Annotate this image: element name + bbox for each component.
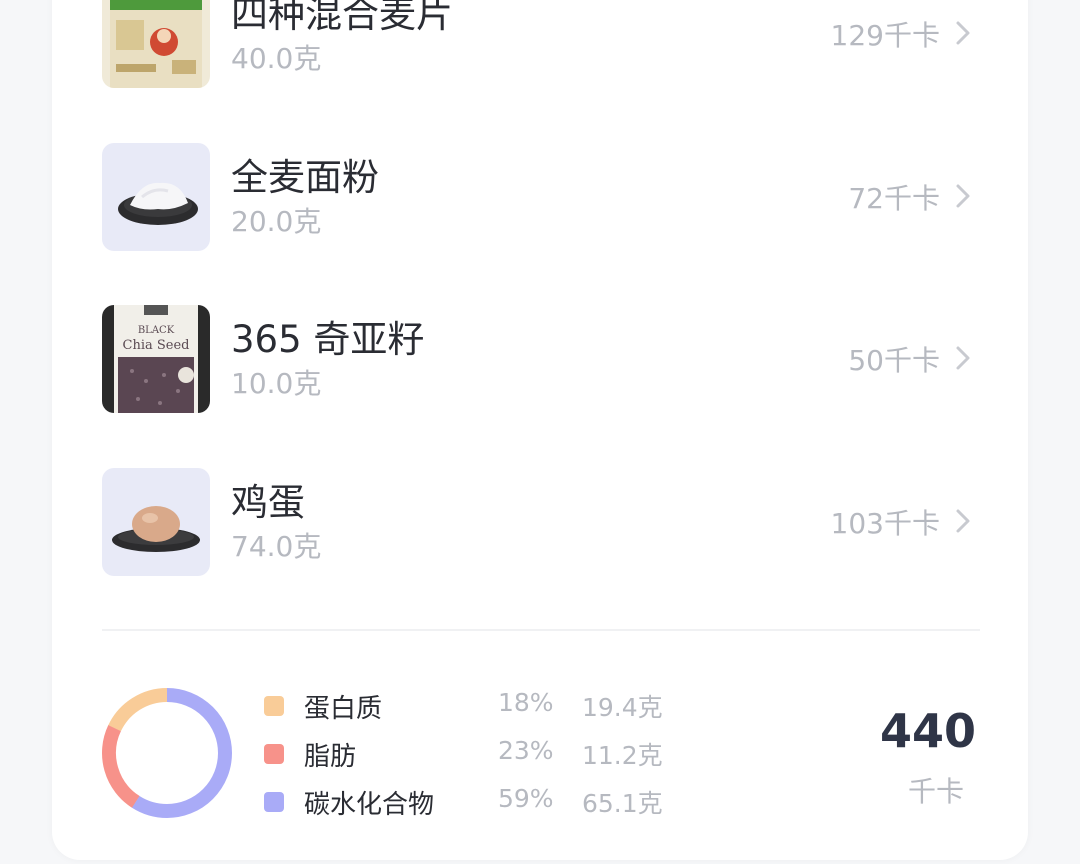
food-calories: 103千卡 — [830, 507, 940, 540]
food-name: 鸡蛋 — [231, 481, 305, 524]
legend-grams: 65.1克 — [582, 789, 663, 818]
chevron-right-icon — [956, 346, 970, 370]
divider — [102, 629, 980, 631]
food-item-egg[interactable]: 鸡蛋 74.0克 103千卡 — [102, 468, 982, 576]
legend-grams: 11.2克 — [582, 741, 663, 770]
food-weight: 20.0克 — [231, 205, 322, 238]
food-item-chia-seed[interactable]: BLACK Chia Seed 365 奇亚籽 10.0克 50千卡 — [102, 305, 982, 413]
legend-label: 蛋白质 — [304, 694, 383, 724]
food-calories: 72千卡 — [848, 182, 940, 215]
food-item-mixed-oats[interactable]: 四种混合麦片 40.0克 129千卡 — [102, 0, 982, 88]
egg-plate-icon — [102, 468, 210, 576]
package-text: BLACK — [138, 325, 175, 336]
food-weight: 40.0克 — [231, 42, 322, 75]
total-calories-unit: 千卡 — [907, 775, 964, 808]
legend-percent: 18% — [498, 688, 554, 717]
food-item-whole-wheat-flour[interactable]: 全麦面粉 20.0克 72千卡 — [102, 143, 982, 251]
food-weight: 74.0克 — [231, 530, 322, 563]
total-calories-value: 440 — [879, 704, 976, 758]
legend-percent: 23% — [498, 736, 554, 765]
chia-seed-bag-icon: BLACK Chia Seed — [102, 305, 210, 413]
chevron-right-icon — [956, 509, 970, 533]
food-calories: 129千卡 — [830, 19, 940, 52]
food-weight: 10.0克 — [231, 367, 322, 400]
legend-swatch — [264, 696, 284, 716]
food-name: 全麦面粉 — [231, 156, 379, 199]
legend-grams: 19.4克 — [582, 693, 663, 722]
legend-row-carbs: 碳水化合物 59% 65.1克 — [264, 784, 684, 820]
legend-label: 脂肪 — [304, 742, 357, 772]
donut-segment-1 — [102, 688, 232, 818]
legend-row-fat: 脂肪 23% 11.2克 — [264, 736, 684, 772]
food-calories: 50千卡 — [848, 344, 940, 377]
legend-percent: 59% — [498, 784, 554, 813]
food-name: 四种混合麦片 — [231, 0, 453, 36]
legend-row-protein: 蛋白质 18% 19.4克 — [264, 688, 684, 724]
package-text: Chia Seed — [123, 338, 190, 353]
nutrition-donut-chart — [102, 687, 232, 818]
legend-swatch — [264, 744, 284, 764]
chevron-right-icon — [956, 184, 970, 208]
food-name: 365 奇亚籽 — [231, 318, 425, 361]
chevron-right-icon — [956, 21, 970, 45]
oat-cereal-box-icon — [102, 0, 210, 88]
flour-plate-icon — [102, 143, 210, 251]
legend-swatch — [264, 792, 284, 812]
donut-segment-0 — [102, 687, 232, 818]
legend-label: 碳水化合物 — [304, 790, 435, 820]
